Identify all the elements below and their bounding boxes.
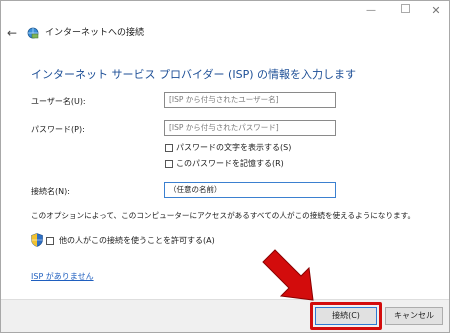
show-password-checkbox[interactable]: [165, 144, 173, 152]
password-label: パスワード(P):: [31, 125, 85, 134]
connection-name-field[interactable]: （任意の名前）: [164, 182, 336, 198]
remember-password-label: このパスワードを記憶する(R): [176, 159, 284, 168]
maximize-icon: [400, 4, 410, 13]
info-text: このオプションによって、このコンピューターにアクセスがあるすべての人がこの接続を…: [31, 211, 416, 220]
close-icon: ✕: [431, 4, 441, 17]
username-label: ユーザー名(U):: [31, 97, 86, 106]
password-field[interactable]: [ISP から付与されたパスワード]: [164, 120, 336, 136]
uac-shield-icon: [31, 233, 43, 247]
pointer-arrow-icon: [262, 249, 314, 301]
close-button[interactable]: ✕: [427, 4, 445, 18]
connect-button-highlight: [310, 302, 382, 330]
connection-name-label: 接続名(N):: [31, 187, 70, 196]
network-globe-icon: [27, 27, 39, 39]
back-arrow-icon[interactable]: ←: [7, 25, 17, 41]
no-isp-link[interactable]: ISP がありません: [31, 271, 94, 282]
remember-password-checkbox[interactable]: [165, 160, 173, 168]
window-title: インターネットへの接続: [45, 28, 145, 38]
cancel-button[interactable]: キャンセル: [385, 307, 443, 325]
maximize-button[interactable]: [396, 4, 414, 18]
username-field[interactable]: [ISP から付与されたユーザー名]: [164, 92, 336, 108]
title-bar: — ✕: [1, 1, 449, 23]
minimize-button[interactable]: —: [362, 4, 380, 18]
show-password-label: パスワードの文字を表示する(S): [176, 143, 292, 152]
page-heading: インターネット サービス プロバイダー (ISP) の情報を入力します: [31, 68, 356, 81]
allow-others-checkbox[interactable]: [46, 237, 54, 245]
allow-others-label: 他の人がこの接続を使うことを許可する(A): [59, 236, 215, 245]
nav-bar: ← インターネットへの接続: [1, 25, 449, 43]
minimize-icon: —: [366, 5, 376, 16]
dialog-window: — ✕ ← インターネットへの接続 インターネット サービス プロバイダー (I…: [0, 0, 450, 333]
